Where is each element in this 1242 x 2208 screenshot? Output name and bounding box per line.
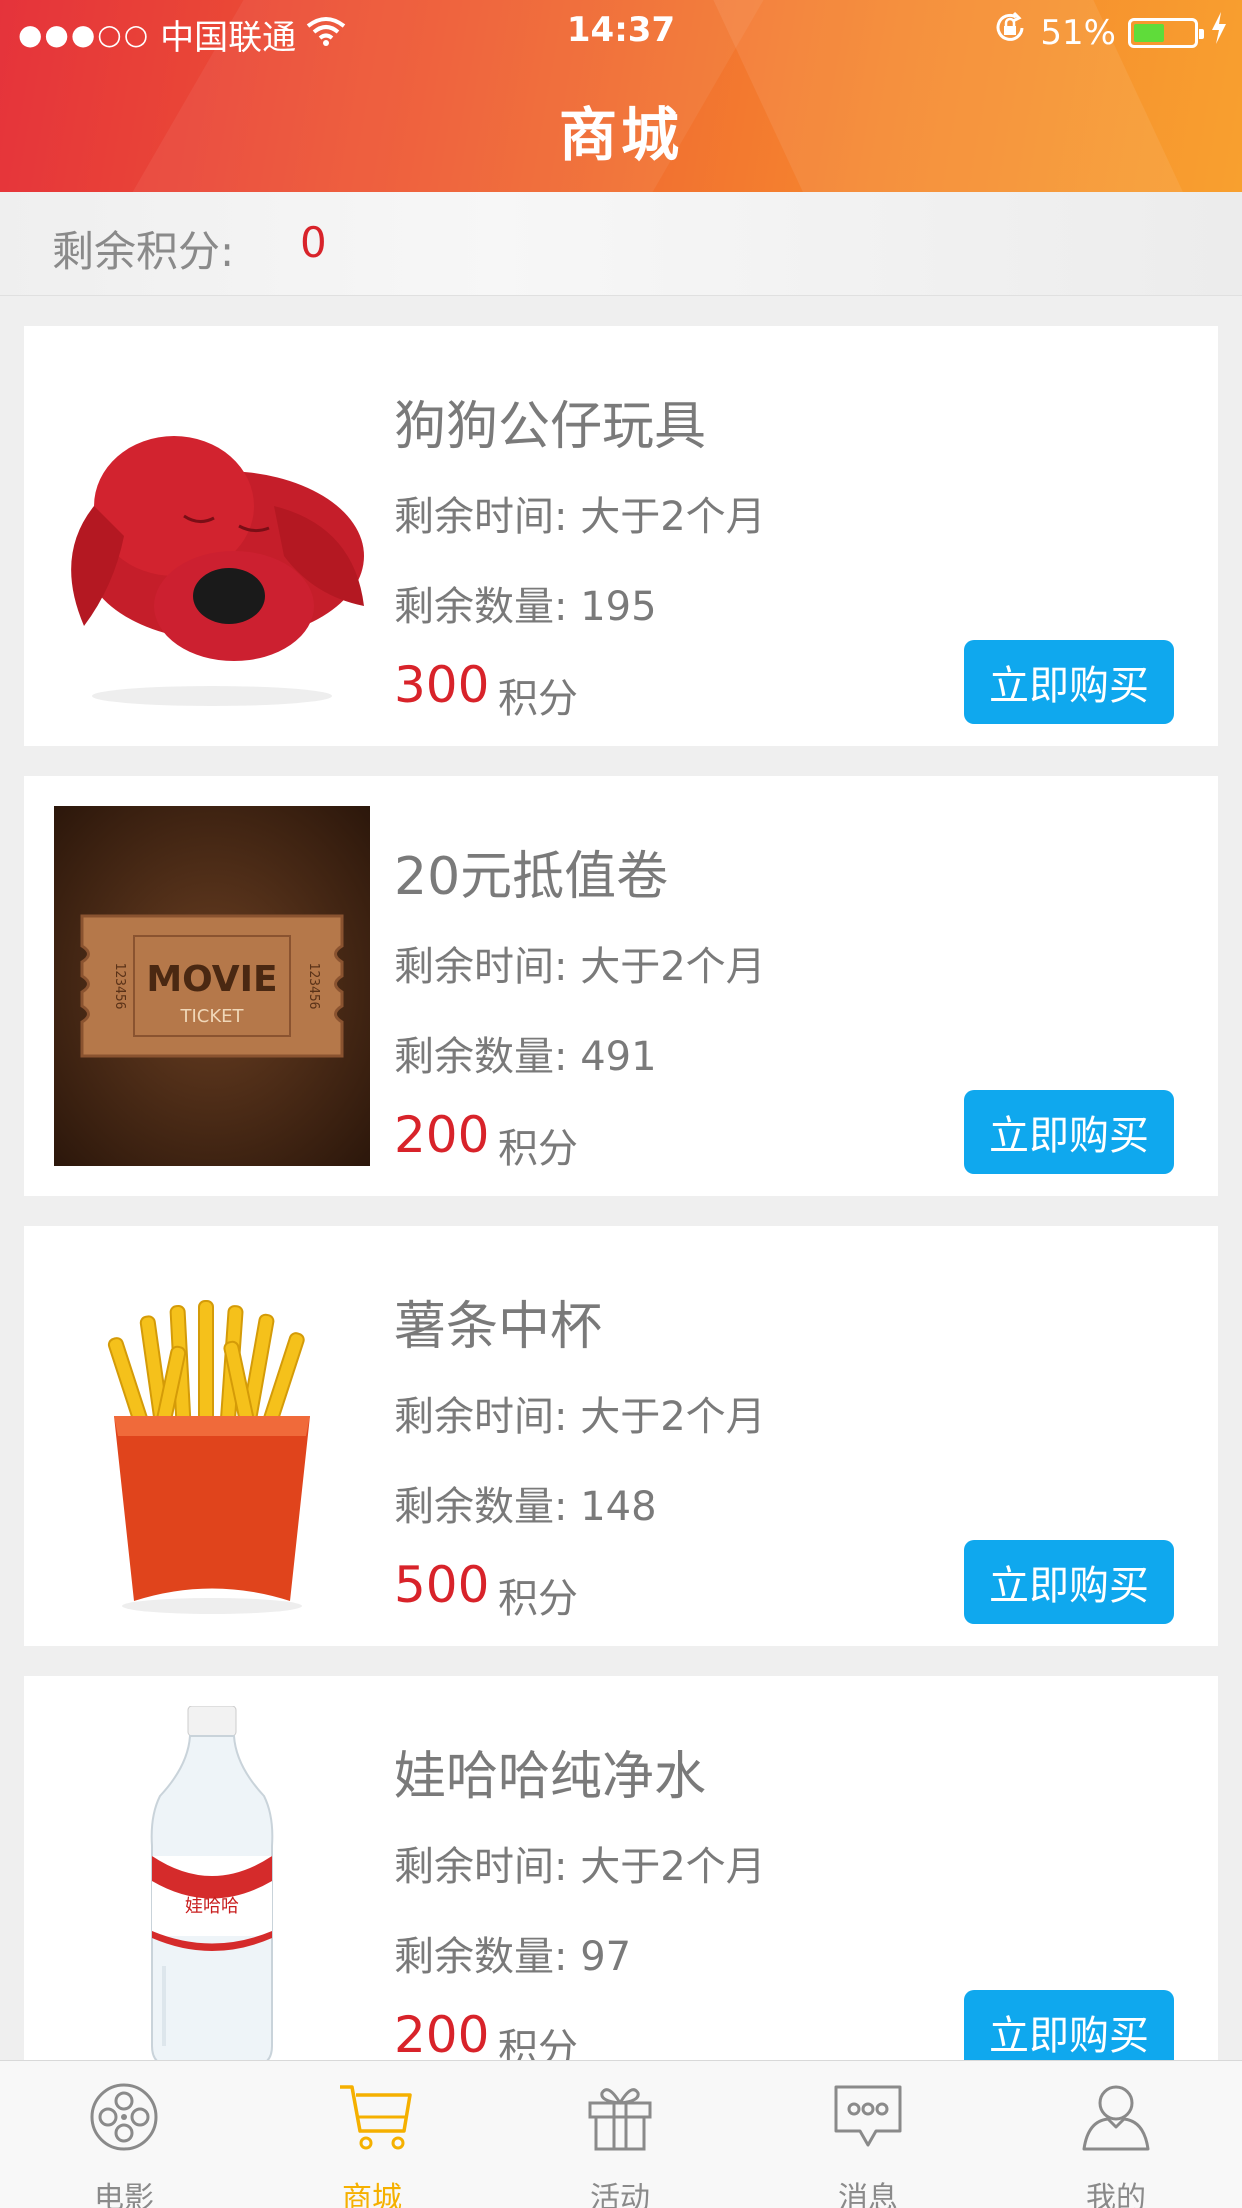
water-bottle-icon: 娃哈哈 <box>54 1705 370 2067</box>
product-price: 200 <box>394 2006 490 2064</box>
product-name: 20元抵值卷 <box>394 847 669 907</box>
product-name: 狗狗公仔玩具 <box>394 397 707 457</box>
tab-label: 商城 <box>342 2181 402 2208</box>
product-name: 薯条中杯 <box>394 1297 603 1357</box>
product-card[interactable]: 薯条中杯 剩余时间: 大于2个月 剩余数量: 148 500 积分 立即购买 <box>24 1226 1218 1646</box>
user-icon <box>1082 2085 1150 2151</box>
ticket-serial-right: 123456 <box>306 963 321 1010</box>
product-price: 500 <box>394 1556 490 1614</box>
tab-movies[interactable]: 电影 <box>0 2061 248 2208</box>
product-card[interactable]: 狗狗公仔玩具 剩余时间: 大于2个月 剩余数量: 195 300 积分 立即购买 <box>24 326 1218 746</box>
battery-percent: 51% <box>1040 12 1116 53</box>
ticket-main-text: MOVIE <box>146 959 277 1000</box>
product-price: 300 <box>394 656 490 714</box>
shopping-cart-icon <box>340 2085 412 2150</box>
product-remaining-qty: 剩余数量: 148 <box>394 1484 657 1530</box>
rotation-lock-icon <box>992 10 1028 55</box>
price-unit: 积分 <box>498 1576 578 1622</box>
product-remaining-qty: 剩余数量: 491 <box>394 1034 657 1080</box>
points-value: 0 <box>300 218 327 267</box>
ticket-sub-text: TICKET <box>179 1006 244 1027</box>
french-fries-icon <box>54 1256 370 1616</box>
ticket-serial-left: 123456 <box>112 963 127 1010</box>
buy-now-button[interactable]: 立即购买 <box>964 640 1174 724</box>
tab-profile[interactable]: 我的 <box>992 2061 1240 2208</box>
points-bar: 剩余积分: 0 <box>0 192 1242 296</box>
battery-icon <box>1128 17 1204 48</box>
tab-messages[interactable]: 消息 <box>744 2061 992 2208</box>
message-icon <box>834 2085 902 2147</box>
tab-mall[interactable]: 商城 <box>248 2061 496 2208</box>
tab-label: 我的 <box>1086 2181 1146 2208</box>
status-bar: ●●●○○ 中国联通 14:37 51% <box>0 0 1242 60</box>
product-remaining-time: 剩余时间: 大于2个月 <box>394 1844 766 1890</box>
product-card[interactable]: 娃哈哈 娃哈哈纯净水 剩余时间: 大于2个月 剩余数量: 97 200 积分 立… <box>24 1676 1218 2096</box>
tab-bar: 电影 商城 活动 消息 我的 <box>0 2060 1242 2208</box>
product-remaining-time: 剩余时间: 大于2个月 <box>394 1394 766 1440</box>
page-title: 商城 <box>558 101 683 169</box>
tab-label: 活动 <box>590 2181 650 2208</box>
buy-now-button[interactable]: 立即购买 <box>964 1540 1174 1624</box>
gift-icon <box>588 2088 652 2151</box>
movie-ticket-icon: MOVIE TICKET 123456 123456 <box>54 806 370 1166</box>
header: ●●●○○ 中国联通 14:37 51% 商城 <box>0 0 1242 192</box>
plush-dog-icon <box>54 356 370 716</box>
product-price: 200 <box>394 1106 490 1164</box>
points-label: 剩余积分: <box>52 227 235 276</box>
product-remaining-time: 剩余时间: 大于2个月 <box>394 944 766 990</box>
price-unit: 积分 <box>498 1126 578 1172</box>
buy-now-button[interactable]: 立即购买 <box>964 1090 1174 1174</box>
tab-label: 电影 <box>94 2181 154 2208</box>
product-card[interactable]: MOVIE TICKET 123456 123456 20元抵值卷 剩余时间: … <box>24 776 1218 1196</box>
tab-activities[interactable]: 活动 <box>496 2061 744 2208</box>
product-remaining-time: 剩余时间: 大于2个月 <box>394 494 766 540</box>
product-remaining-qty: 剩余数量: 97 <box>394 1934 632 1980</box>
product-name: 娃哈哈纯净水 <box>394 1747 707 1807</box>
price-unit: 积分 <box>498 676 578 722</box>
tab-label: 消息 <box>838 2181 898 2208</box>
bottle-label-text: 娃哈哈 <box>185 1896 239 1917</box>
product-remaining-qty: 剩余数量: 195 <box>394 584 657 630</box>
charging-icon <box>1210 12 1228 53</box>
film-reel-icon <box>90 2083 158 2151</box>
